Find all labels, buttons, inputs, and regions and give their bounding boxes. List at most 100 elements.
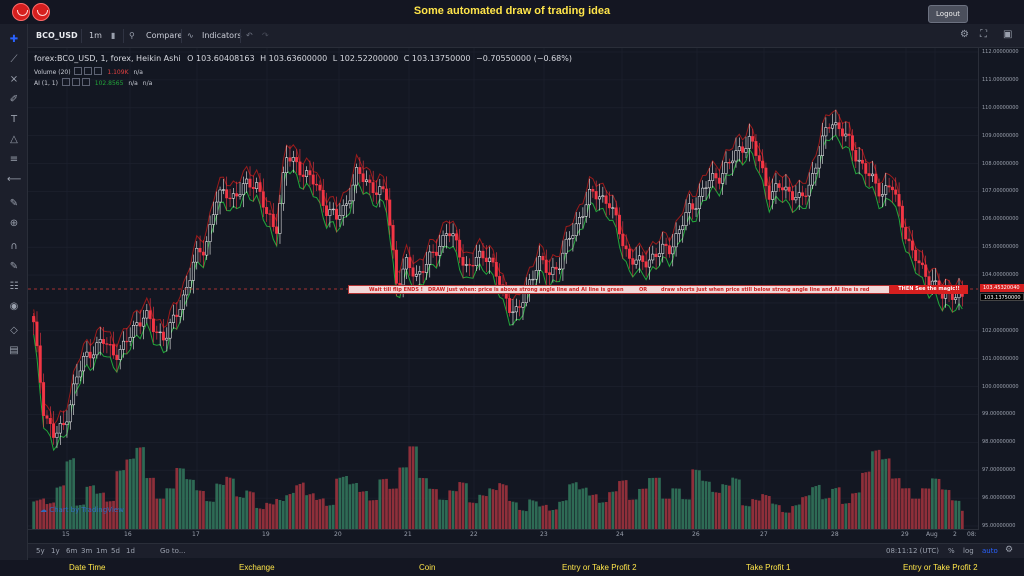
candle bbox=[498, 276, 502, 285]
logout-button[interactable]: Logout bbox=[928, 5, 968, 23]
volume-bar bbox=[811, 487, 814, 530]
candle bbox=[125, 340, 129, 343]
close-toggle-icon[interactable] bbox=[81, 78, 90, 86]
eye-toggle-icon[interactable] bbox=[61, 78, 70, 86]
settings-toggle-icon[interactable] bbox=[84, 67, 93, 75]
candle bbox=[271, 213, 275, 228]
text-tool-icon[interactable]: T bbox=[7, 113, 21, 127]
trend-line-icon[interactable]: ⟋ bbox=[7, 53, 21, 67]
back-arrow-icon[interactable]: ⟵ bbox=[7, 173, 21, 187]
candle bbox=[521, 302, 525, 308]
volume-bar bbox=[481, 495, 485, 530]
fib-icon[interactable]: ⨯ bbox=[7, 73, 21, 87]
candle bbox=[315, 183, 319, 186]
volume-bar bbox=[674, 488, 678, 530]
tradingview-watermark[interactable]: ☁ Chart by TradingView bbox=[40, 506, 124, 514]
indicators-button[interactable]: Indicators bbox=[202, 31, 242, 40]
range-button-1m[interactable]: 1m bbox=[96, 547, 107, 555]
ai-legend: AI (1, 1) 102.8565 n/a n/a bbox=[34, 78, 152, 87]
series-name[interactable]: forex:BCO_USD, 1, forex, Heikin Ashi bbox=[34, 54, 181, 63]
trash-icon[interactable]: ▤ bbox=[7, 344, 21, 358]
date-axis-label: 22 bbox=[470, 531, 478, 538]
volume-bar bbox=[641, 488, 645, 530]
candle bbox=[325, 205, 328, 216]
symbol-search[interactable]: BCO_USD bbox=[36, 31, 78, 40]
candle bbox=[122, 340, 125, 350]
candle bbox=[917, 260, 921, 264]
lock-icon[interactable]: ☷ bbox=[7, 280, 21, 294]
candle bbox=[331, 208, 335, 211]
brush-icon[interactable]: ✐ bbox=[7, 93, 21, 107]
candle bbox=[757, 155, 761, 162]
candle bbox=[568, 238, 571, 240]
volume-legend-label[interactable]: Volume (20) bbox=[34, 69, 71, 76]
volume-bar bbox=[218, 484, 222, 530]
volume-bar bbox=[152, 477, 155, 530]
goto-button[interactable]: Go to... bbox=[160, 547, 186, 555]
candle bbox=[32, 316, 36, 323]
candle bbox=[774, 183, 778, 192]
last-price-tag: 103.13750000 bbox=[980, 293, 1024, 301]
volume-bar bbox=[731, 477, 735, 530]
price-axis-label: 96.00000000 bbox=[982, 495, 1016, 502]
settings-toggle-icon[interactable] bbox=[71, 78, 80, 86]
redo-icon[interactable]: ↷ bbox=[262, 31, 269, 40]
auto-toggle[interactable]: auto bbox=[982, 547, 998, 555]
candle bbox=[388, 199, 392, 226]
volume-bar bbox=[385, 478, 388, 530]
compare-icon[interactable]: ⚲ bbox=[129, 31, 135, 40]
candle bbox=[664, 243, 668, 246]
undo-icon[interactable]: ↶ bbox=[246, 31, 253, 40]
range-button-6m[interactable]: 6m bbox=[66, 547, 77, 555]
layers-icon[interactable]: ◇ bbox=[7, 324, 21, 338]
zoom-in-icon[interactable]: ⊕ bbox=[7, 217, 21, 231]
volume-bar bbox=[804, 496, 808, 530]
range-button-5y[interactable]: 5y bbox=[36, 547, 45, 555]
measure-icon[interactable]: ≡ bbox=[7, 153, 21, 167]
range-button-3m[interactable]: 3m bbox=[81, 547, 92, 555]
range-button-1y[interactable]: 1y bbox=[51, 547, 60, 555]
percent-toggle[interactable]: % bbox=[948, 547, 955, 555]
ruler-icon[interactable]: ✎ bbox=[7, 197, 21, 211]
pattern-icon[interactable]: △ bbox=[7, 133, 21, 147]
footer-bar: Date Time Exchange Coin Entry or Take Pr… bbox=[0, 560, 1024, 576]
ai-legend-label[interactable]: AI (1, 1) bbox=[34, 80, 58, 87]
watermark-text[interactable]: Chart by TradingView bbox=[49, 506, 124, 514]
eye-toggle-icon[interactable] bbox=[74, 67, 83, 75]
candle bbox=[215, 201, 219, 215]
footer-entry-tp2-second: Entry or Take Profit 2 bbox=[903, 563, 978, 572]
magnet-icon[interactable]: ∩ bbox=[7, 240, 21, 254]
volume-bar bbox=[757, 500, 761, 530]
volume-bar bbox=[591, 494, 595, 530]
volume-bar bbox=[178, 468, 182, 530]
volume-bar bbox=[251, 492, 255, 530]
candle-style-icon[interactable]: ▮ bbox=[111, 31, 115, 40]
crosshair-icon[interactable]: ✚ bbox=[7, 33, 21, 47]
volume-bar bbox=[807, 495, 811, 530]
volume-bar bbox=[764, 495, 768, 530]
stay-drawing-icon[interactable]: ✎ bbox=[7, 260, 21, 274]
fullscreen-icon[interactable]: ⛶ bbox=[980, 29, 987, 40]
volume-bar bbox=[727, 485, 731, 530]
indicators-icon[interactable]: ∿ bbox=[187, 31, 194, 40]
interval-selector[interactable]: 1m bbox=[89, 31, 102, 40]
volume-bar bbox=[32, 501, 36, 530]
clock-time[interactable]: 08:11:12 (UTC) bbox=[886, 547, 939, 555]
range-button-5d[interactable]: 5d bbox=[111, 547, 120, 555]
page-title: Some automated draw of trading idea bbox=[413, 5, 611, 17]
settings-icon[interactable]: ⚙ bbox=[1005, 545, 1013, 555]
candle bbox=[558, 268, 561, 270]
log-toggle[interactable]: log bbox=[963, 547, 974, 555]
camera-icon[interactable]: ▣ bbox=[1003, 29, 1012, 40]
volume-bar bbox=[408, 446, 412, 530]
candle bbox=[571, 235, 575, 239]
volume-bar bbox=[691, 469, 695, 530]
close-toggle-icon[interactable] bbox=[94, 67, 103, 75]
candle bbox=[887, 185, 891, 188]
compare-button[interactable]: Compare bbox=[146, 31, 182, 40]
settings-icon[interactable]: ⚙ bbox=[960, 29, 969, 40]
range-button-1d[interactable]: 1d bbox=[126, 547, 135, 555]
eye-icon[interactable]: ◉ bbox=[7, 300, 21, 314]
candle bbox=[401, 268, 405, 286]
volume-bar bbox=[554, 509, 558, 530]
